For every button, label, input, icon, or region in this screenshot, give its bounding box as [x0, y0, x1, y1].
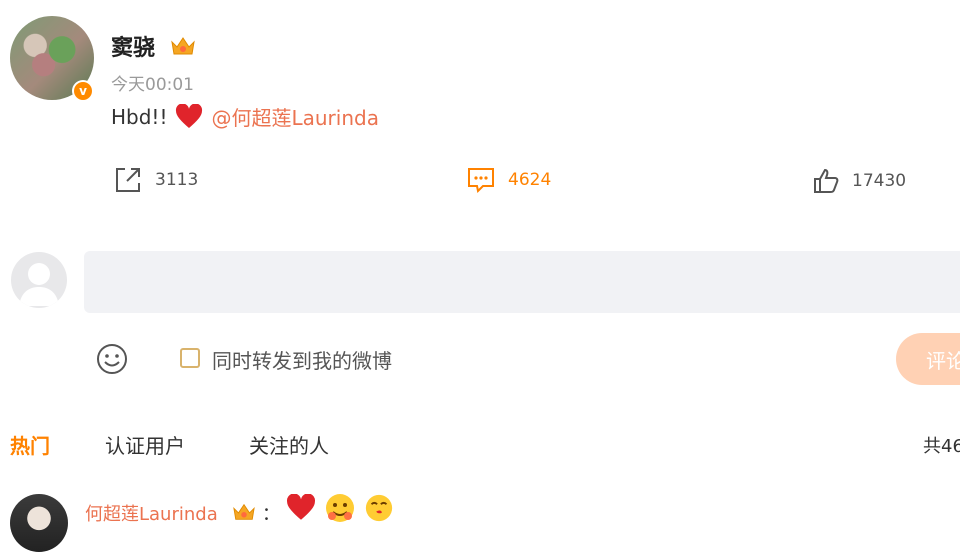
heart-icon — [176, 103, 203, 128]
repost-checkbox[interactable] — [180, 348, 200, 368]
emoji-icon[interactable] — [95, 342, 129, 376]
tab-following[interactable]: 关注的人 — [249, 430, 329, 459]
comment-icon — [468, 168, 494, 194]
repost-button[interactable]: 3113 — [113, 165, 198, 195]
post-timestamp: 今天00:01 — [111, 75, 194, 95]
comment-count: 4624 — [508, 170, 552, 190]
comment-author[interactable]: 何超莲Laurinda — [85, 500, 218, 526]
tab-verified-users[interactable]: 认证用户 — [105, 430, 185, 459]
like-icon — [814, 168, 839, 193]
heart-icon — [287, 494, 315, 520]
comment-colon: ： — [262, 504, 280, 525]
repost-checkbox-label[interactable]: 同时转发到我的微博 — [212, 345, 392, 374]
submit-comment-button[interactable]: 评论 — [896, 333, 960, 385]
tab-hot[interactable]: 热门 — [10, 430, 50, 459]
crown-icon — [233, 503, 255, 520]
author-username[interactable]: 窦骁 — [111, 30, 155, 62]
repost-count: 3113 — [155, 170, 199, 190]
default-avatar-icon — [11, 252, 67, 308]
like-button[interactable]: 17430 — [812, 167, 906, 195]
comment-emojis — [286, 492, 394, 524]
comment-avatar[interactable] — [10, 494, 68, 552]
verified-badge-icon: v — [72, 80, 94, 102]
like-count: 17430 — [852, 171, 907, 191]
mention-link[interactable]: @何超莲Laurinda — [211, 102, 378, 131]
comment-button[interactable]: 4624 — [466, 166, 551, 194]
hug-emoji-icon — [326, 494, 354, 522]
crown-icon — [171, 37, 195, 55]
post-text: Hbd!! @何超莲Laurinda — [111, 102, 379, 131]
post-text-prefix: Hbd!! — [111, 104, 168, 129]
comment-total: 共46 — [923, 436, 960, 457]
comment-input[interactable] — [84, 251, 960, 313]
repost-icon — [116, 168, 140, 192]
